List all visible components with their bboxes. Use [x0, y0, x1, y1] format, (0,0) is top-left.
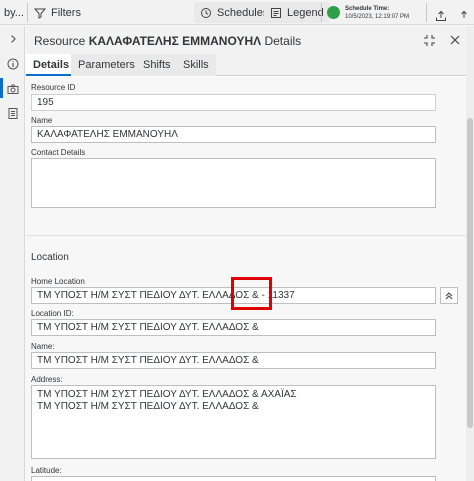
- close-icon: [450, 35, 460, 45]
- schedules-button[interactable]: Schedules: [194, 2, 275, 23]
- panel-title: Resource ΚΑΛΑΦΑΤΕΛΗΣ ΕΜΜΑΝΟΥΗΛ Details: [34, 34, 301, 48]
- filter-icon: [34, 8, 46, 19]
- truncated-menu[interactable]: by...: [4, 2, 24, 23]
- highlight-box: [231, 277, 272, 310]
- toolbar-separator: [426, 3, 427, 22]
- collapse-view-button[interactable]: [421, 32, 437, 48]
- legend-label: Legend: [287, 6, 324, 19]
- collapse-icon: [423, 34, 435, 46]
- resource-details-panel: Resource ΚΑΛΑΦΑΤΕΛΗΣ ΕΜΜΑΝΟΥΗΛ Details D…: [26, 26, 466, 481]
- contact-details-label: Contact Details: [31, 148, 86, 157]
- truncated-label: by...: [4, 6, 24, 19]
- panel-title-suffix: Details: [264, 34, 302, 48]
- address-line-2: ΤΜ ΥΠΟΣΤ Η/Μ ΣΥΣΤ ΠΕΔΙΟΥ ΔΥΤ. ΕΛΛΑΔΟΣ &: [37, 401, 259, 412]
- panel-title-prefix: Resource: [34, 34, 86, 48]
- name-label: Name: [31, 116, 53, 125]
- resource-id-field[interactable]: 195: [31, 94, 436, 111]
- vertical-scrollbar[interactable]: [466, 26, 474, 481]
- filters-button[interactable]: Filters: [34, 2, 81, 23]
- tab-parameters[interactable]: Parameters: [71, 54, 142, 76]
- filters-label: Filters: [51, 6, 81, 19]
- scrollbar-thumb[interactable]: [467, 118, 473, 428]
- top-toolbar: by... Filters Schedules Legend Schedule …: [0, 0, 474, 25]
- legend-icon: [271, 7, 281, 18]
- location-id-label: Location ID:: [31, 309, 74, 318]
- tab-bar: Details Parameters Shifts Skills: [26, 54, 466, 76]
- status-indicator: [327, 6, 340, 19]
- schedules-label: Schedules: [217, 6, 269, 19]
- info-icon[interactable]: [6, 57, 20, 71]
- export-icon: [436, 10, 446, 21]
- toolbar-separator: [27, 3, 28, 22]
- panel-header: Resource ΚΑΛΑΦΑΤΕΛΗΣ ΕΜΜΑΝΟΥΗΛ Details: [26, 26, 466, 54]
- rail-selection-indicator: [0, 78, 3, 98]
- location-name-label: Name:: [31, 342, 55, 351]
- address-line-1: ΤΜ ΥΠΟΣΤ Η/Μ ΣΥΣΤ ΠΕΔΙΟΥ ΔΥΤ. ΕΛΛΑΔΟΣ & …: [37, 389, 297, 400]
- panel-title-name: ΚΑΛΑΦΑΤΕΛΗΣ ΕΜΜΑΝΟΥΗΛ: [88, 34, 262, 48]
- export-button[interactable]: [435, 5, 452, 26]
- tab-skills[interactable]: Skills: [176, 54, 216, 76]
- camera-icon[interactable]: [6, 82, 20, 96]
- schedule-time-title: Schedule Time:: [345, 5, 390, 12]
- tab-shifts[interactable]: Shifts: [136, 54, 178, 76]
- export-icon: [461, 10, 467, 18]
- toolbar-separator: [321, 3, 322, 22]
- location-id-field[interactable]: ΤΜ ΥΠΟΣΤ Η/Μ ΣΥΣΤ ΠΕΔΙΟΥ ΔΥΤ. ΕΛΛΑΔΟΣ &: [31, 319, 436, 336]
- name-field[interactable]: ΚΑΛΑΦΑΤΕΛΗΣ ΕΜΜΑΝΟΥΗΛ: [31, 126, 436, 143]
- close-button[interactable]: [447, 32, 463, 48]
- location-section-title: Location: [31, 252, 69, 263]
- calendar-icon: [201, 7, 211, 18]
- address-field[interactable]: ΤΜ ΥΠΟΣΤ Η/Μ ΣΥΣΤ ΠΕΔΙΟΥ ΔΥΤ. ΕΛΛΑΔΟΣ & …: [31, 385, 436, 459]
- latitude-label: Latitude:: [31, 466, 62, 475]
- address-label: Address:: [31, 375, 63, 384]
- contact-details-field[interactable]: [31, 158, 436, 208]
- home-location-toggle-button[interactable]: [440, 287, 458, 304]
- tab-details[interactable]: Details: [26, 54, 77, 76]
- section-divider: [26, 235, 466, 236]
- clipboard-icon[interactable]: [6, 106, 20, 120]
- chevron-right-icon[interactable]: [6, 32, 20, 46]
- schedule-time-value: 10/5/2023, 12:19:07 PM: [345, 13, 410, 20]
- home-location-label: Home Location: [31, 277, 85, 286]
- resource-id-label: Resource ID: [31, 83, 76, 92]
- chevron-up-icon: [445, 291, 453, 299]
- overflow-button[interactable]: [459, 5, 474, 26]
- schedule-time-status: Schedule Time: 10/5/2023, 12:19:07 PM: [327, 2, 409, 23]
- location-name-field[interactable]: ΤΜ ΥΠΟΣΤ Η/Μ ΣΥΣΤ ΠΕΔΙΟΥ ΔΥΤ. ΕΛΛΑΔΟΣ &: [31, 352, 436, 369]
- latitude-field[interactable]: [31, 476, 436, 481]
- legend-button[interactable]: Legend: [264, 2, 330, 23]
- left-rail: [0, 26, 25, 481]
